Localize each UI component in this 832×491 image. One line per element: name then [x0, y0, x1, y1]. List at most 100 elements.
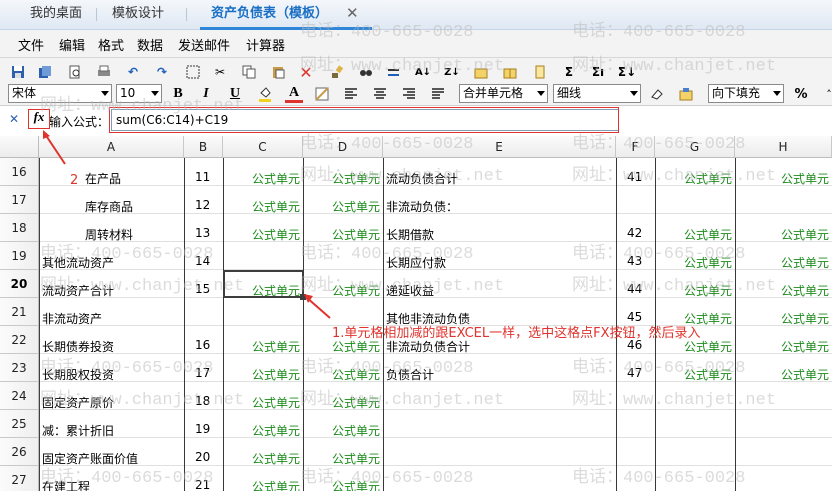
- cell-d[interactable]: 公式单元: [303, 478, 383, 491]
- sort-descending-icon[interactable]: Z↓: [443, 63, 461, 81]
- font-color-button[interactable]: A: [285, 85, 303, 103]
- cell-b[interactable]: 12: [184, 198, 223, 212]
- cell-e[interactable]: 非流动负债：: [383, 198, 616, 215]
- cell-d[interactable]: 公式单元: [303, 450, 383, 467]
- save-as-icon[interactable]: [36, 63, 54, 81]
- cell-a[interactable]: 其他流动资产: [39, 254, 184, 271]
- tab-template-design[interactable]: 模板设计: [104, 4, 172, 26]
- cell-g[interactable]: 公式单元: [655, 366, 735, 383]
- border-style-select[interactable]: 细线: [553, 84, 641, 103]
- font-name-select[interactable]: 宋体: [8, 84, 112, 103]
- wrap-text-icon[interactable]: [429, 85, 447, 103]
- cell-h[interactable]: 公式单元: [735, 366, 832, 383]
- row-header[interactable]: 22: [0, 326, 39, 354]
- cell-c[interactable]: 公式单元: [223, 366, 303, 383]
- cell-h[interactable]: 公式单元: [735, 226, 832, 243]
- paste-icon[interactable]: [269, 63, 287, 81]
- fill-color-icon[interactable]: [256, 85, 274, 103]
- underline-button[interactable]: U: [226, 85, 244, 103]
- cell-f[interactable]: 42: [616, 226, 655, 240]
- cell-c[interactable]: 公式单元: [223, 170, 303, 187]
- row-header[interactable]: 24: [0, 382, 39, 410]
- cell-format-icon[interactable]: [313, 85, 331, 103]
- menu-calculator[interactable]: 计算器: [246, 35, 285, 54]
- italic-button[interactable]: I: [197, 85, 215, 103]
- cell-b[interactable]: 13: [184, 226, 223, 240]
- row-header[interactable]: 18: [0, 214, 39, 242]
- cell-b[interactable]: 21: [184, 478, 223, 491]
- column-header-a[interactable]: A: [39, 136, 184, 158]
- replace-icon[interactable]: [385, 63, 403, 81]
- cell-b[interactable]: 20: [184, 450, 223, 464]
- cell-e[interactable]: 递延收益: [383, 282, 616, 299]
- insert-column-icon[interactable]: [501, 63, 519, 81]
- selected-cell[interactable]: [223, 270, 304, 298]
- cell-d[interactable]: 公式单元: [303, 282, 383, 299]
- cell-a[interactable]: 固定资产原价: [39, 394, 184, 411]
- cell-b[interactable]: 11: [184, 170, 223, 184]
- cell-d[interactable]: 公式单元: [303, 422, 383, 439]
- eraser-icon[interactable]: [648, 85, 666, 103]
- align-center-icon[interactable]: [371, 85, 389, 103]
- row-header[interactable]: 26: [0, 438, 39, 466]
- redo-icon[interactable]: ↷: [153, 63, 171, 81]
- cell-b[interactable]: 18: [184, 394, 223, 408]
- cell-a[interactable]: 在建工程: [39, 478, 184, 491]
- font-size-select[interactable]: 10: [116, 84, 162, 103]
- column-sum-icon[interactable]: Σ↓: [618, 63, 636, 81]
- delete-row-icon[interactable]: [531, 63, 549, 81]
- delete-icon[interactable]: ✕: [297, 63, 315, 82]
- cell-c[interactable]: 公式单元: [223, 422, 303, 439]
- cell-f[interactable]: 44: [616, 282, 655, 296]
- select-all-corner[interactable]: [0, 136, 39, 158]
- cell-a[interactable]: 固定资产账面价值: [39, 450, 184, 467]
- cell-f[interactable]: 41: [616, 170, 655, 184]
- copy-icon[interactable]: [240, 63, 258, 81]
- column-header-c[interactable]: C: [223, 136, 303, 158]
- cell-c[interactable]: 公式单元: [223, 394, 303, 411]
- cell-f[interactable]: 43: [616, 254, 655, 268]
- menu-data[interactable]: 数据: [137, 35, 163, 54]
- percent-button[interactable]: %: [792, 85, 810, 103]
- format-brush-icon[interactable]: [328, 63, 346, 81]
- cell-f[interactable]: 47: [616, 366, 655, 380]
- row-header[interactable]: 20: [0, 270, 39, 298]
- print-icon[interactable]: [95, 63, 113, 81]
- align-left-icon[interactable]: [342, 85, 360, 103]
- cell-c[interactable]: 公式单元: [223, 198, 303, 215]
- cell-c[interactable]: 公式单元: [223, 226, 303, 243]
- column-header-d[interactable]: D: [303, 136, 383, 158]
- cell-h[interactable]: 公式单元: [735, 254, 832, 271]
- insert-row-icon[interactable]: [472, 63, 490, 81]
- menu-send-mail[interactable]: 发送邮件: [178, 35, 230, 54]
- undo-icon[interactable]: ↶: [124, 63, 142, 81]
- row-header[interactable]: 17: [0, 186, 39, 214]
- row-header[interactable]: 23: [0, 354, 39, 382]
- cell-a[interactable]: 库存商品: [39, 198, 184, 215]
- cell-a[interactable]: 流动资产合计: [39, 282, 184, 299]
- sort-ascending-icon[interactable]: A↓: [414, 63, 432, 81]
- cell-d[interactable]: 公式单元: [303, 394, 383, 411]
- cell-g[interactable]: 公式单元: [655, 282, 735, 299]
- row-header[interactable]: 16: [0, 158, 39, 186]
- cell-b[interactable]: 17: [184, 366, 223, 380]
- row-header[interactable]: 19: [0, 242, 39, 270]
- cell-protect-icon[interactable]: [677, 85, 695, 103]
- cell-b[interactable]: 16: [184, 338, 223, 352]
- align-right-icon[interactable]: [400, 85, 418, 103]
- find-icon[interactable]: [357, 63, 375, 81]
- close-tab-icon[interactable]: ✕: [346, 4, 359, 22]
- sum-icon[interactable]: Σ: [560, 63, 578, 81]
- cell-d[interactable]: 公式单元: [303, 366, 383, 383]
- cancel-formula-icon[interactable]: ✕: [5, 110, 23, 128]
- cell-c[interactable]: 公式单元: [223, 450, 303, 467]
- cell-b[interactable]: 15: [184, 282, 223, 296]
- menu-format[interactable]: 格式: [98, 35, 124, 54]
- cell-g[interactable]: 公式单元: [655, 170, 735, 187]
- cell-g[interactable]: 公式单元: [655, 226, 735, 243]
- row-sum-icon[interactable]: Σı: [589, 63, 607, 81]
- menu-edit[interactable]: 编辑: [59, 35, 85, 54]
- cell-a[interactable]: 周转材料: [39, 226, 184, 243]
- cell-d[interactable]: 公式单元: [303, 198, 383, 215]
- cell-a[interactable]: 长期股权投资: [39, 366, 184, 383]
